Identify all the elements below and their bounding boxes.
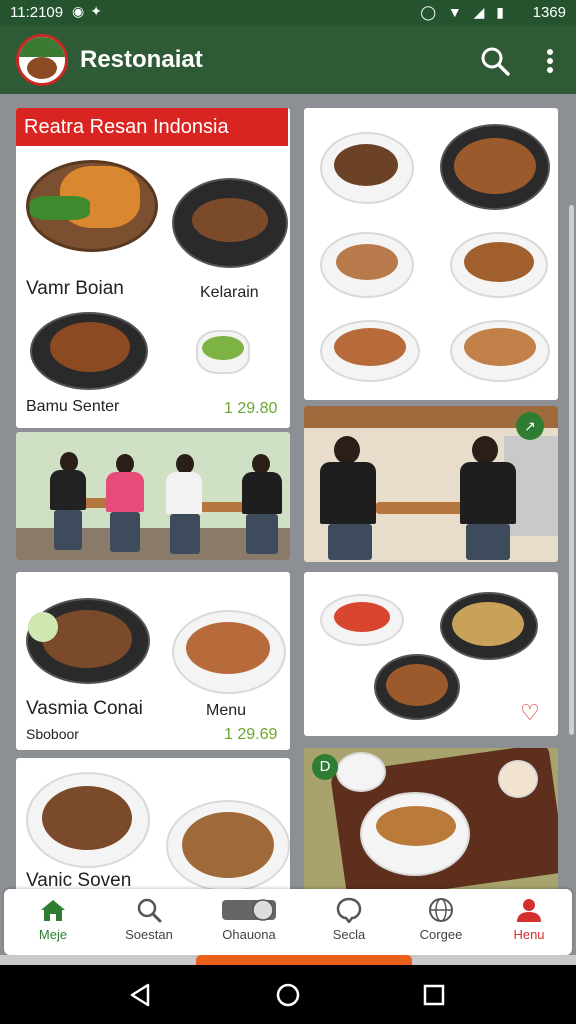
chat-icon <box>336 897 362 923</box>
globe-icon <box>429 898 453 922</box>
recents-icon[interactable] <box>420 981 448 1009</box>
scrollbar[interactable] <box>569 205 574 735</box>
nav-toggle[interactable]: Ohauona <box>204 897 294 949</box>
menu-card[interactable]: Vasmia Conai Menu Sboboor 1 29.69 <box>16 572 290 750</box>
menu-card-featured[interactable]: Reatra Resan Indonsia Vamr Boian Kelarai… <box>16 108 290 428</box>
nav-label: Meje <box>38 927 68 942</box>
nav-chat[interactable]: Secla <box>304 897 394 949</box>
card-banner: Reatra Resan Indonsia <box>16 108 288 146</box>
nav-profile[interactable]: Henu <box>484 897 574 949</box>
bottom-navigation: Meje Soestan Ohauona Secla Corgee Henu <box>4 889 572 955</box>
menu-card-platter[interactable] <box>304 108 558 400</box>
menu-card-platter[interactable]: ♡ <box>304 572 558 736</box>
badge-icon: ↗ <box>516 412 544 440</box>
nav-globe[interactable]: Corgee <box>396 897 486 949</box>
back-icon[interactable] <box>126 981 154 1009</box>
dish-label: Vamr Boian <box>26 278 124 299</box>
meal-tray-photo[interactable]: D <box>304 748 558 890</box>
dish-label: Menu <box>206 702 247 719</box>
app-title: Restonaiat <box>80 46 203 73</box>
nav-label: Soestan <box>125 927 173 942</box>
nav-label: Henu <box>513 927 545 942</box>
nav-home[interactable]: Meje <box>8 897 98 949</box>
status-time: 11:2109 <box>10 4 64 21</box>
dining-photo[interactable] <box>16 432 290 560</box>
status-bar: 11:2109 ◉✦ ◯ ▼ ◢ ▮ 1369 <box>0 0 576 26</box>
food-grid: Reatra Resan Indonsia Vamr Boian Kelarai… <box>0 94 576 890</box>
menu-card[interactable]: Vanic Soven <box>16 758 290 890</box>
search-icon <box>137 898 162 923</box>
nav-label: Ohauona <box>222 927 276 942</box>
heart-icon[interactable]: ♡ <box>520 700 540 726</box>
dish-label: Sboboor <box>26 726 79 742</box>
home-icon <box>41 900 65 921</box>
restaurant-logo <box>16 34 68 86</box>
notification-icons: ◉✦ <box>72 3 108 19</box>
dish-price: 1 29.69 <box>224 726 278 743</box>
dining-photo[interactable]: ↗ <box>304 406 558 562</box>
nav-label: Secla <box>332 927 366 942</box>
system-navigation-bar <box>0 965 576 1024</box>
dish-label: Vanic Soven <box>26 870 132 890</box>
signal-icons: ◯ ▼ ◢ ▮ <box>420 4 508 20</box>
dish-label: Kelarain <box>200 284 259 301</box>
nav-search[interactable]: Soestan <box>104 897 194 949</box>
search-icon[interactable] <box>478 44 512 78</box>
toggle-icon <box>222 899 276 921</box>
more-vert-icon[interactable] <box>538 44 562 78</box>
status-battery-text: 1369 <box>532 4 566 21</box>
dish-label: Vasmia Conai <box>26 698 143 719</box>
dish-price: 1 29.80 <box>224 400 278 417</box>
nav-label: Corgee <box>419 927 463 942</box>
dish-label: Bamu Senter <box>26 398 120 415</box>
home-circle-icon[interactable] <box>274 981 302 1009</box>
app-bar: Restonaiat <box>0 26 576 94</box>
badge-label: D <box>312 754 338 780</box>
accent-strip <box>196 955 412 965</box>
person-icon <box>517 899 541 922</box>
